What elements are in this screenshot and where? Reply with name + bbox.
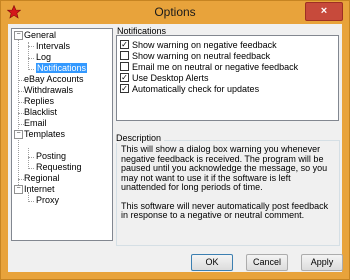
option-negative-warning[interactable]: ✓ Show warning on negative feedback (120, 40, 277, 51)
option-neutral-warning[interactable]: Show warning on neutral feedback (120, 51, 270, 62)
tree-item-requesting[interactable]: Requesting (36, 162, 82, 173)
collapse-general-icon[interactable]: − (14, 31, 23, 40)
description-paragraph: This will show a dialog box warning you … (121, 144, 328, 192)
checkbox-email-feedback[interactable] (120, 62, 129, 72)
tree-item-log[interactable]: Log (36, 52, 51, 63)
description-paragraph: This software will never automatically p… (121, 200, 329, 220)
window-title: Options (154, 5, 196, 19)
tree-item-general[interactable]: General (24, 30, 56, 41)
collapse-internet-icon[interactable]: − (14, 185, 23, 194)
option-check-updates[interactable]: ✓ Automatically check for updates (120, 84, 259, 95)
tree-item-proxy[interactable]: Proxy (36, 195, 59, 206)
tree-item-templates[interactable]: Templates (24, 129, 65, 140)
ok-button[interactable]: OK (191, 254, 233, 271)
tree-item-intervals[interactable]: Intervals (36, 41, 70, 52)
tree-item-regional[interactable]: Regional (24, 173, 60, 184)
tree-item-email[interactable]: Email (24, 118, 47, 129)
checkbox-neutral-warning[interactable] (120, 51, 129, 61)
tree-item-replies[interactable]: Replies (24, 96, 54, 107)
tree-item-withdrawals[interactable]: Withdrawals (24, 85, 73, 96)
tree-item-internet[interactable]: Internet (24, 184, 55, 195)
cancel-button[interactable]: Cancel (246, 254, 288, 271)
checkbox-negative-warning[interactable]: ✓ (120, 40, 129, 50)
title-bar[interactable]: Options × (1, 1, 349, 23)
description-text: This will show a dialog box warning you … (121, 144, 335, 230)
notifications-list: ✓ Show warning on negative feedback Show … (116, 35, 339, 121)
tree-item-posting[interactable]: Posting (36, 151, 66, 162)
tree-item-blacklist[interactable]: Blacklist (24, 107, 57, 118)
dialog-client-area: − General Intervals Log Notifications eB… (8, 24, 343, 272)
option-desktop-alerts[interactable]: ✓ Use Desktop Alerts (120, 73, 209, 84)
options-tree[interactable]: − General Intervals Log Notifications eB… (11, 28, 113, 241)
description-heading: Description (116, 133, 165, 143)
checkbox-desktop-alerts[interactable]: ✓ (120, 73, 129, 83)
close-button[interactable]: × (305, 2, 343, 21)
checkbox-check-updates[interactable]: ✓ (120, 84, 129, 94)
options-window: Options × − General Intervals Log Notifi… (0, 0, 350, 280)
apply-button[interactable]: Apply (301, 254, 343, 271)
option-email-feedback[interactable]: Email me on neutral or negative feedback (120, 62, 298, 73)
tree-item-notifications[interactable]: Notifications (36, 63, 88, 74)
tree-item-ebay-accounts[interactable]: eBay Accounts (24, 74, 84, 85)
collapse-templates-icon[interactable]: − (14, 130, 23, 139)
